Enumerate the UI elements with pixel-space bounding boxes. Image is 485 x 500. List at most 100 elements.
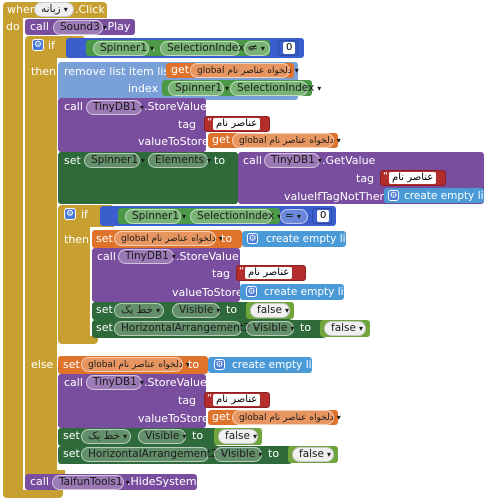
if2-cond-prop-name: SelectionIndex [197,210,275,222]
else-set-var-dropdown[interactable]: global دلخواه عناصر نام ▾ [81,357,190,372]
else-set-vis2-component-dropdown[interactable]: HorizontalArrangement2 ▾ [81,447,225,462]
gear-icon[interactable]: ⚙ [214,359,225,370]
remove-index-component-dropdown[interactable]: Spinner1 ▾ [168,81,229,96]
quote-open-icon: “ [207,117,213,128]
call-sound-component-dropdown[interactable]: Sound3 ▾ [53,20,107,35]
if2-store-component-dropdown[interactable]: TinyDB1 ▾ [118,249,176,264]
event-name-label: .Click [75,3,105,16]
remove-var-name: global دلخواه عناصر نام [197,66,292,76]
event-block-left-bar [3,18,23,496]
else-store-value-label: valueToStore [138,412,209,425]
getvalue-ifnotthere-label: valueIfTagNotThere [284,190,391,203]
getvalue-tag-string-value[interactable]: عناصر نام [389,172,437,184]
set-elements-component-dropdown[interactable]: Spinner1 ▾ [84,153,145,168]
if2-cond-component-dropdown[interactable]: Spinner1 ▾ [125,209,186,224]
set-elements-prop-dropdown[interactable]: Elements ▾ [148,153,211,168]
if1-cond-prop-name: SelectionIndex [167,42,245,54]
else-store-var-name: global دلخواه عناصر نام [239,413,334,423]
else-store-var-dropdown[interactable]: global دلخواه عناصر نام ▾ [232,410,341,425]
else-store-component-dropdown[interactable]: TinyDB1 ▾ [86,375,144,390]
if1-cond-op-dropdown[interactable]: ≠ ▾ [244,41,270,56]
else-set-vis2-prop-dropdown[interactable]: Visible ▾ [214,447,262,462]
if1-cond-component-dropdown[interactable]: Spinner1 ▾ [93,41,154,56]
store1-get-label: get [212,133,231,146]
if2-store-tag-label: tag [212,267,231,280]
if2-set-vis1-prop-dropdown[interactable]: Visible ▾ [172,303,220,318]
hide-ui-component-dropdown[interactable]: TaifunTools1 ▾ [52,475,130,490]
if2-set-var-name: global دلخواه عناصر نام [121,234,216,244]
store1-var-name: global دلخواه عناصر نام [239,136,334,146]
chevron-down-icon: ▾ [284,306,289,315]
if1-cond-number-value[interactable]: 0 [283,42,296,54]
getvalue-empty-list-label: create empty list [404,190,485,202]
if2-set-vis2-component-dropdown[interactable]: HorizontalArrangement2 ▾ [114,321,258,336]
call-sound-method-label: .Play [104,20,131,33]
else-set-vis1-value-dropdown[interactable]: false ▾ [218,429,258,444]
if1-else-label: else [31,358,54,371]
if2-cond-prop-dropdown[interactable]: SelectionIndex ▾ [190,209,281,224]
else-set-vis2-value: false [299,448,324,460]
getvalue-db-name: TinyDB1 [271,154,315,166]
if2-set-var-set-label: set [96,232,113,245]
else-set-vis2-to-label: to [268,447,280,460]
if2-store-value-label: valueToStore [172,286,243,299]
getvalue-method-label: .GetValue [322,154,376,167]
store1-tag-string[interactable]: “عناصر نام [204,116,270,132]
else-set-var-name: global دلخواه عناصر نام [88,360,183,370]
if2-set-vis1-prop-name: Visible [179,304,214,316]
if2-set-vis1-component-dropdown[interactable]: خط یک ▾ [114,303,164,318]
remove-var-dropdown[interactable]: global دلخواه عناصر نام ▾ [190,63,299,78]
getvalue-db-dropdown[interactable]: TinyDB1 ▾ [264,153,322,168]
if2-set-vis1-to-label: to [226,303,238,316]
store1-component-dropdown[interactable]: TinyDB1 ▾ [86,100,144,115]
else-set-vis1-component-dropdown[interactable]: خط یک ▾ [81,429,131,444]
event-component-dropdown[interactable]: زبانه ▾ [34,2,74,17]
else-store-method-label: .StoreValue [144,376,207,389]
set-elements-to-label: to [214,154,226,167]
if2-cond-number[interactable]: 0 [312,208,332,224]
store1-var-dropdown[interactable]: global دلخواه عناصر نام ▾ [232,133,341,148]
quote-open-icon: “ [383,171,389,182]
event-component-name: زبانه [41,3,61,15]
remove-index-component-name: Spinner1 [175,82,223,94]
chevron-down-icon: ▾ [296,212,301,221]
if1-cond-number[interactable]: 0 [278,40,298,56]
gear-icon[interactable]: ⚙ [388,190,399,201]
gear-icon[interactable]: ⚙ [64,208,76,220]
quote-open-icon: “ [239,266,245,277]
if2-cond-op-dropdown[interactable]: = ▾ [280,209,308,224]
store1-tag-string-value[interactable]: عناصر نام [213,118,261,130]
if2-set-vis2-value: false [331,322,356,334]
if2-set-vis2-prop-dropdown[interactable]: Visible ▾ [246,321,294,336]
remove-index-prop-dropdown[interactable]: SelectionIndex ▾ [230,81,321,96]
if1-cond-prop-dropdown[interactable]: SelectionIndex ▾ [160,41,251,56]
if2-set-vis1-component-name: خط یک [121,304,154,316]
gear-icon[interactable]: ⚙ [247,233,258,244]
if2-cond-op: = [285,210,294,222]
else-store-component-name: TinyDB1 [93,376,137,388]
else-set-vis1-prop-dropdown[interactable]: Visible ▾ [138,429,186,444]
chevron-down-icon: ▾ [358,324,363,333]
else-set-vis2-value-dropdown[interactable]: false ▾ [292,447,334,462]
gear-icon[interactable]: ⚙ [32,39,44,51]
getvalue-tag-string[interactable]: “عناصر نام [380,170,446,186]
store1-method-label: .StoreValue [144,100,207,113]
event-do-label: do [6,20,20,33]
if2-store-empty-list-label: create empty list [264,286,354,298]
call-sound-component-name: Sound3 [60,21,100,33]
else-store-tag-string[interactable]: “عناصر نام [204,392,270,408]
if2-store-tag-string-value[interactable]: عناصر نام [245,267,293,279]
if2-store-tag-string[interactable]: “عناصر نام [236,265,306,281]
chevron-down-icon: ▾ [156,306,161,315]
if2-set-var-dropdown[interactable]: global دلخواه عناصر نام ▾ [114,231,223,246]
if2-set-vis1-value-dropdown[interactable]: false ▾ [250,303,290,318]
else-store-tag-string-value[interactable]: عناصر نام [213,394,261,406]
chevron-down-icon: ▾ [225,84,230,93]
gear-icon[interactable]: ⚙ [246,286,257,297]
set-elements-component-name: Spinner1 [91,154,139,166]
hide-ui-method-label: .HideSystemUI [127,475,208,488]
getvalue-tag-label: tag [356,172,375,185]
if2-set-vis2-value-dropdown[interactable]: false ▾ [324,321,366,336]
else-store-get-label: get [212,410,231,423]
if2-cond-number-value[interactable]: 0 [317,210,330,222]
